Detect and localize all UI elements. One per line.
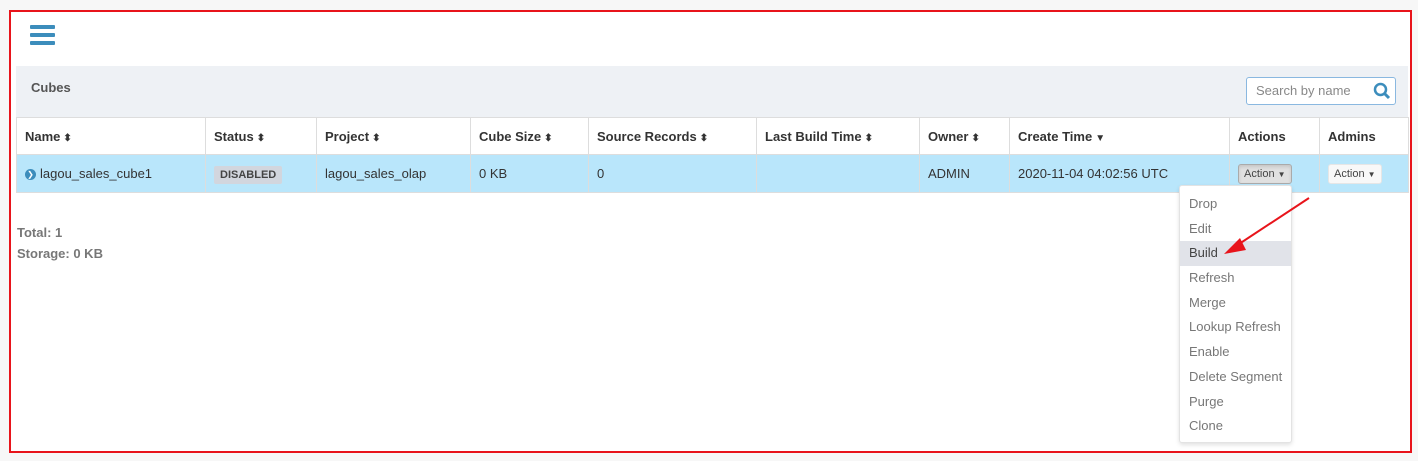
menu-item-purge[interactable]: Purge <box>1180 390 1291 415</box>
col-actions: Actions <box>1229 117 1320 155</box>
hamburger-menu-icon[interactable] <box>30 25 55 46</box>
search-box[interactable] <box>1246 77 1396 105</box>
cell-owner: ADMIN <box>919 154 1010 193</box>
sort-desc-icon: ▼ <box>1095 132 1106 144</box>
table-header-row: Name ⬍ Status ⬍ Project ⬍ Cube Size ⬍ Source… <box>16 117 1409 155</box>
col-name[interactable]: Name ⬍ <box>16 117 206 155</box>
action-dropdown-button[interactable]: Action ▼ <box>1238 163 1292 184</box>
col-admins: Admins <box>1319 117 1409 155</box>
menu-item-merge[interactable]: Merge <box>1180 291 1291 316</box>
expand-chevron-icon[interactable]: ❯ <box>25 169 36 181</box>
sort-icon: ⬍ <box>256 132 266 144</box>
storage-size: Storage: 0 KB <box>17 246 103 261</box>
cell-project: lagou_sales_olap <box>316 154 471 193</box>
cell-admins: Action ▼ <box>1319 154 1409 193</box>
menu-item-edit[interactable]: Edit <box>1180 217 1291 242</box>
col-project[interactable]: Project ⬍ <box>316 117 471 155</box>
menu-item-clone[interactable]: Clone <box>1180 414 1291 439</box>
cell-status: DISABLED <box>205 154 317 193</box>
panel-title: Cubes <box>31 80 71 95</box>
menu-item-enable[interactable]: Enable <box>1180 340 1291 365</box>
col-last-build-time[interactable]: Last Build Time ⬍ <box>756 117 920 155</box>
sort-icon: ⬍ <box>971 132 980 144</box>
col-status[interactable]: Status ⬍ <box>205 117 317 155</box>
sort-icon: ⬍ <box>699 132 709 144</box>
sort-icon: ⬍ <box>63 132 72 144</box>
caret-down-icon: ▼ <box>1367 169 1376 179</box>
cell-cube-size: 0 KB <box>470 154 589 193</box>
search-icon[interactable] <box>1373 82 1391 100</box>
sort-icon: ⬍ <box>544 132 553 144</box>
col-source-records[interactable]: Source Records ⬍ <box>588 117 757 155</box>
total-count: Total: 1 <box>17 225 63 240</box>
sort-icon: ⬍ <box>372 132 381 144</box>
cubes-table: Name ⬍ Status ⬍ Project ⬍ Cube Size ⬍ Source… <box>16 117 1409 193</box>
col-create-time[interactable]: Create Time ▼ <box>1009 117 1230 155</box>
admin-action-dropdown-button[interactable]: Action ▼ <box>1328 163 1382 184</box>
cell-name[interactable]: ❯ lagou_sales_cube1 <box>16 154 206 193</box>
col-cube-size[interactable]: Cube Size ⬍ <box>470 117 589 155</box>
action-dropdown-menu: Drop Edit Build Refresh Merge Lookup Ref… <box>1179 185 1292 443</box>
sort-icon: ⬍ <box>864 132 873 144</box>
menu-item-delete-segment[interactable]: Delete Segment <box>1180 365 1291 390</box>
panel-header: Cubes <box>16 66 1408 117</box>
menu-item-refresh[interactable]: Refresh <box>1180 266 1291 291</box>
status-badge: DISABLED <box>214 166 283 184</box>
col-owner[interactable]: Owner ⬍ <box>919 117 1010 155</box>
menu-item-build[interactable]: Build <box>1180 241 1291 267</box>
caret-down-icon: ▼ <box>1277 169 1286 179</box>
search-input[interactable] <box>1254 82 1368 99</box>
cell-source-records: 0 <box>588 154 757 193</box>
menu-item-drop[interactable]: Drop <box>1180 192 1291 217</box>
cell-last-build-time <box>756 154 920 193</box>
menu-item-lookup-refresh[interactable]: Lookup Refresh <box>1180 315 1291 340</box>
